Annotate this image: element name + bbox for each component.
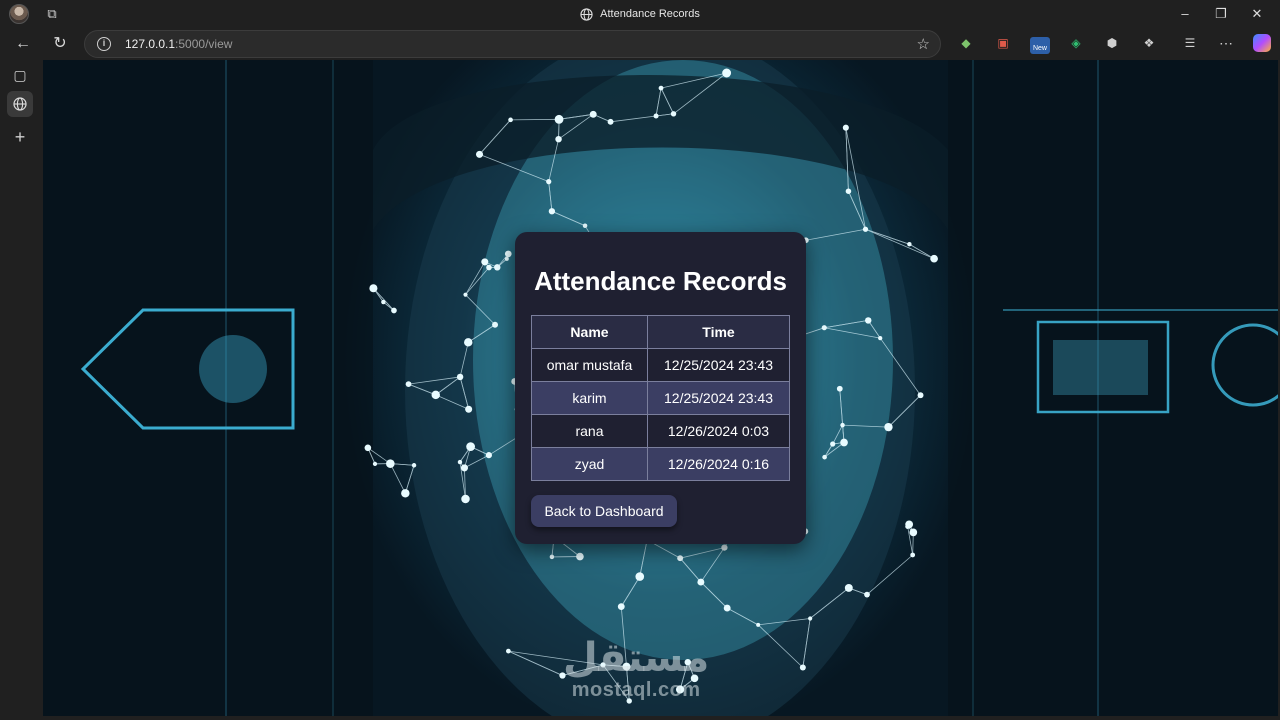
favorite-star-icon[interactable]: ☆ bbox=[917, 35, 930, 53]
cube-extension-icon[interactable]: ⬢ bbox=[1103, 34, 1121, 52]
site-info-icon[interactable]: i bbox=[97, 37, 111, 51]
tab-title[interactable]: Attendance Records bbox=[0, 0, 1280, 28]
table-row: rana 12/26/2024 0:03 bbox=[531, 414, 790, 448]
mostaql-watermark: مستقل mostaql.com bbox=[563, 636, 709, 700]
address-bar[interactable]: i 127.0.0.1:5000/view ☆ bbox=[84, 30, 941, 58]
shield-extension-icon[interactable]: ◈ bbox=[1067, 34, 1085, 52]
url-text[interactable]: 127.0.0.1:5000/view bbox=[125, 31, 232, 57]
copilot-icon[interactable] bbox=[1253, 34, 1271, 52]
url-path: :5000/view bbox=[175, 37, 233, 51]
column-header-name: Name bbox=[531, 315, 648, 349]
table-row: omar mustafa 12/25/2024 23:43 bbox=[531, 348, 790, 382]
cell-name: karim bbox=[531, 381, 648, 415]
cell-time: 12/26/2024 0:03 bbox=[647, 414, 790, 448]
table-row: zyad 12/26/2024 0:16 bbox=[531, 447, 790, 481]
url-host: 127.0.0.1 bbox=[125, 37, 176, 51]
tab-title-text: Attendance Records bbox=[600, 8, 700, 20]
watermark-arabic-text: مستقل bbox=[563, 635, 710, 681]
cell-time: 12/25/2024 23:43 bbox=[647, 381, 790, 415]
cell-time: 12/26/2024 0:16 bbox=[647, 447, 790, 481]
window-title-bar: ⧉ Attendance Records – ❐ ✕ bbox=[0, 0, 1280, 28]
favorites-icon[interactable]: ☰ bbox=[1181, 34, 1199, 52]
new-extension-badge[interactable]: New bbox=[1030, 37, 1050, 54]
cell-name: omar mustafa bbox=[531, 348, 648, 382]
browser-toolbar: ← ↻ i 127.0.0.1:5000/view ☆ bbox=[0, 28, 1280, 60]
table-row: karim 12/25/2024 23:43 bbox=[531, 381, 790, 415]
more-menu-icon[interactable]: ⋯ bbox=[1217, 34, 1235, 52]
attendance-table: Name Time omar mustafa 12/25/2024 23:43 … bbox=[531, 315, 790, 481]
extensions-puzzle-icon[interactable]: ❖ bbox=[1140, 34, 1158, 52]
vertical-sidebar: ▢ + bbox=[0, 60, 42, 720]
extension-icon-1[interactable]: ◆ bbox=[957, 34, 975, 52]
page-viewport: مستقل mostaql.com Attendance Records Nam… bbox=[43, 60, 1278, 716]
camera-extension-icon[interactable]: ▣ bbox=[994, 34, 1012, 52]
active-tab-globe-icon[interactable] bbox=[7, 91, 33, 117]
table-header-row: Name Time bbox=[531, 315, 790, 349]
tab-actions-icon[interactable]: ▢ bbox=[7, 62, 33, 88]
attendance-card: Attendance Records Name Time omar mustaf… bbox=[515, 232, 806, 544]
watermark-latin-text: mostaql.com bbox=[571, 679, 701, 701]
refresh-icon[interactable]: ↻ bbox=[48, 32, 72, 56]
cell-time: 12/25/2024 23:43 bbox=[647, 348, 790, 382]
cell-name: rana bbox=[531, 414, 648, 448]
close-icon[interactable]: ✕ bbox=[1234, 0, 1280, 28]
page-title: Attendance Records bbox=[534, 266, 787, 296]
back-arrow-icon[interactable]: ← bbox=[11, 32, 35, 56]
globe-icon bbox=[580, 7, 593, 21]
column-header-time: Time bbox=[647, 315, 790, 349]
back-to-dashboard-button[interactable]: Back to Dashboard bbox=[531, 495, 677, 527]
new-tab-plus-icon[interactable]: + bbox=[7, 124, 33, 150]
cell-name: zyad bbox=[531, 447, 648, 481]
